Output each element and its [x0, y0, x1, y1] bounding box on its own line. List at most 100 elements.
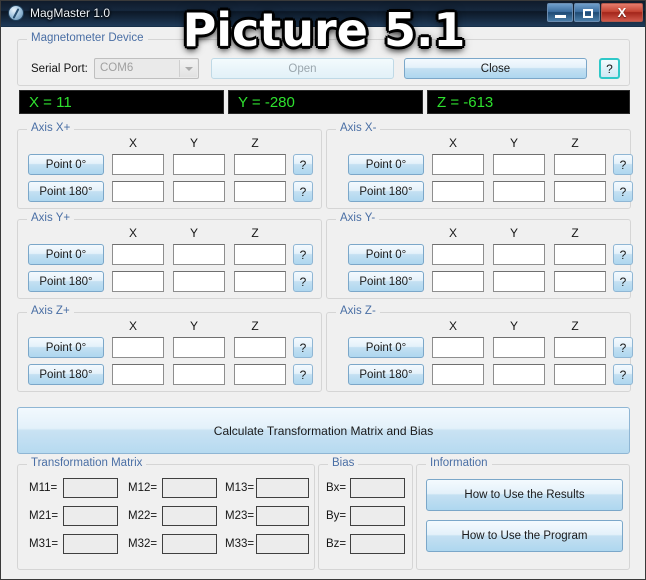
bz-field[interactable] — [350, 534, 405, 554]
axis-y-plus-point180-z[interactable] — [234, 271, 286, 292]
axis-y-plus-point180-help[interactable]: ? — [293, 271, 313, 292]
axis-x-plus-point0-button[interactable]: Point 0° — [28, 154, 104, 175]
axis-y-minus-point0-help[interactable]: ? — [613, 244, 633, 265]
bx-field[interactable] — [350, 478, 405, 498]
axis-z-plus-point0-button[interactable]: Point 0° — [28, 337, 104, 358]
axis-y-minus-point180-help[interactable]: ? — [613, 271, 633, 292]
axis-z-minus-point0-y[interactable] — [493, 337, 545, 358]
axis-z-plus-point0-z[interactable] — [234, 337, 286, 358]
axis-z-minus-point180-y[interactable] — [493, 364, 545, 385]
axis-z-plus-point180-x[interactable] — [112, 364, 164, 385]
axis-z-minus-group-label: Axis Z- — [336, 305, 380, 317]
axis-y-plus-point180-button[interactable]: Point 180° — [28, 271, 104, 292]
device-help-button[interactable]: ? — [599, 58, 620, 79]
axis-z-minus-point0-x[interactable] — [432, 337, 484, 358]
close-button[interactable]: X — [601, 3, 643, 22]
axis-y-plus-point0-x[interactable] — [112, 244, 164, 265]
axis-x-plus-point180-x[interactable] — [112, 181, 164, 202]
axis-y-minus-point0-x[interactable] — [432, 244, 484, 265]
axis-z-minus-point0-help[interactable]: ? — [613, 337, 633, 358]
axis-x-minus-group: Axis X- X Y Z Point 0° ? Point 180° ? — [326, 122, 633, 209]
serial-port-select[interactable]: COM6 — [94, 58, 199, 79]
axis-z-minus-point180-help[interactable]: ? — [613, 364, 633, 385]
m33-field[interactable] — [256, 534, 309, 554]
axis-z-plus-point180-button[interactable]: Point 180° — [28, 364, 104, 385]
axis-x-minus-col-x: X — [448, 136, 457, 150]
maximize-button[interactable] — [574, 3, 600, 22]
window-controls: X — [547, 3, 643, 22]
axis-x-plus-col-y: Y — [189, 136, 198, 150]
axis-y-minus-point0-y[interactable] — [493, 244, 545, 265]
axis-y-plus-point180-y[interactable] — [173, 271, 225, 292]
axis-z-minus-point0-button[interactable]: Point 0° — [348, 337, 424, 358]
axis-y-plus-group: Axis Y+ X Y Z Point 0° ? Point 180° ? — [17, 212, 322, 299]
axis-x-minus-point180-z[interactable] — [554, 181, 606, 202]
axis-x-plus-point0-x[interactable] — [112, 154, 164, 175]
m22-label: M22= — [128, 510, 158, 522]
how-to-use-results-button[interactable]: How to Use the Results — [426, 479, 623, 511]
axis-y-plus-point0-button[interactable]: Point 0° — [28, 244, 104, 265]
axis-x-minus-point180-button[interactable]: Point 180° — [348, 181, 424, 202]
m11-field[interactable] — [63, 478, 118, 498]
axis-z-plus-point180-help[interactable]: ? — [293, 364, 313, 385]
calculate-transformation-button[interactable]: Calculate Transformation Matrix and Bias — [17, 407, 630, 454]
axis-x-plus-point180-z[interactable] — [234, 181, 286, 202]
axis-x-plus-point180-y[interactable] — [173, 181, 225, 202]
axis-z-plus-col-y: Y — [189, 319, 198, 333]
axis-z-plus-col-x: X — [128, 319, 137, 333]
axis-z-plus-point0-x[interactable] — [112, 337, 164, 358]
by-field[interactable] — [350, 506, 405, 526]
axis-x-plus-point0-z[interactable] — [234, 154, 286, 175]
m32-label: M32= — [128, 538, 158, 550]
axis-y-minus-point180-y[interactable] — [493, 271, 545, 292]
axis-x-plus-point0-help[interactable]: ? — [293, 154, 313, 175]
m33-label: M33= — [225, 538, 255, 550]
m21-field[interactable] — [63, 506, 118, 526]
axis-y-minus-point180-button[interactable]: Point 180° — [348, 271, 424, 292]
m31-field[interactable] — [63, 534, 118, 554]
axis-x-minus-point180-help[interactable]: ? — [613, 181, 633, 202]
close-port-button[interactable]: Close — [404, 58, 587, 79]
axis-y-minus-point180-x[interactable] — [432, 271, 484, 292]
axis-x-plus-point180-button[interactable]: Point 180° — [28, 181, 104, 202]
axis-x-minus-point0-x[interactable] — [432, 154, 484, 175]
axis-x-minus-point180-y[interactable] — [493, 181, 545, 202]
axis-x-minus-point0-button[interactable]: Point 0° — [348, 154, 424, 175]
axis-y-minus-point180-z[interactable] — [554, 271, 606, 292]
axis-x-plus-point180-help[interactable]: ? — [293, 181, 313, 202]
axis-z-plus-point0-help[interactable]: ? — [293, 337, 313, 358]
axis-y-plus-point0-y[interactable] — [173, 244, 225, 265]
axis-x-plus-col-x: X — [128, 136, 137, 150]
axis-x-minus-point0-help[interactable]: ? — [613, 154, 633, 175]
axis-y-plus-point0-z[interactable] — [234, 244, 286, 265]
axis-z-plus-point180-z[interactable] — [234, 364, 286, 385]
axis-y-minus-point0-z[interactable] — [554, 244, 606, 265]
axis-x-plus-point0-y[interactable] — [173, 154, 225, 175]
m32-field[interactable] — [162, 534, 217, 554]
m31-label: M31= — [29, 538, 59, 550]
maximize-icon — [583, 9, 593, 18]
axis-x-minus-point180-x[interactable] — [432, 181, 484, 202]
axis-z-minus-point180-z[interactable] — [554, 364, 606, 385]
axis-x-minus-point0-y[interactable] — [493, 154, 545, 175]
axis-y-minus-point0-button[interactable]: Point 0° — [348, 244, 424, 265]
m23-field[interactable] — [256, 506, 309, 526]
open-button[interactable]: Open — [211, 58, 394, 79]
axis-z-minus-point180-x[interactable] — [432, 364, 484, 385]
bias-group-label: Bias — [328, 457, 359, 469]
axis-y-plus-point0-help[interactable]: ? — [293, 244, 313, 265]
axis-y-plus-point180-x[interactable] — [112, 271, 164, 292]
m22-field[interactable] — [162, 506, 217, 526]
axis-y-minus-col-z: Z — [571, 226, 579, 240]
axis-y-plus-col-x: X — [128, 226, 137, 240]
axis-z-plus-point180-y[interactable] — [173, 364, 225, 385]
axis-z-minus-point0-z[interactable] — [554, 337, 606, 358]
axis-x-minus-point0-z[interactable] — [554, 154, 606, 175]
m13-field[interactable] — [256, 478, 309, 498]
m12-field[interactable] — [162, 478, 217, 498]
minimize-button[interactable] — [547, 3, 573, 22]
axis-z-minus-point180-button[interactable]: Point 180° — [348, 364, 424, 385]
axis-z-plus-point0-y[interactable] — [173, 337, 225, 358]
chevron-down-icon[interactable] — [179, 60, 197, 77]
how-to-use-program-button[interactable]: How to Use the Program — [426, 520, 623, 552]
